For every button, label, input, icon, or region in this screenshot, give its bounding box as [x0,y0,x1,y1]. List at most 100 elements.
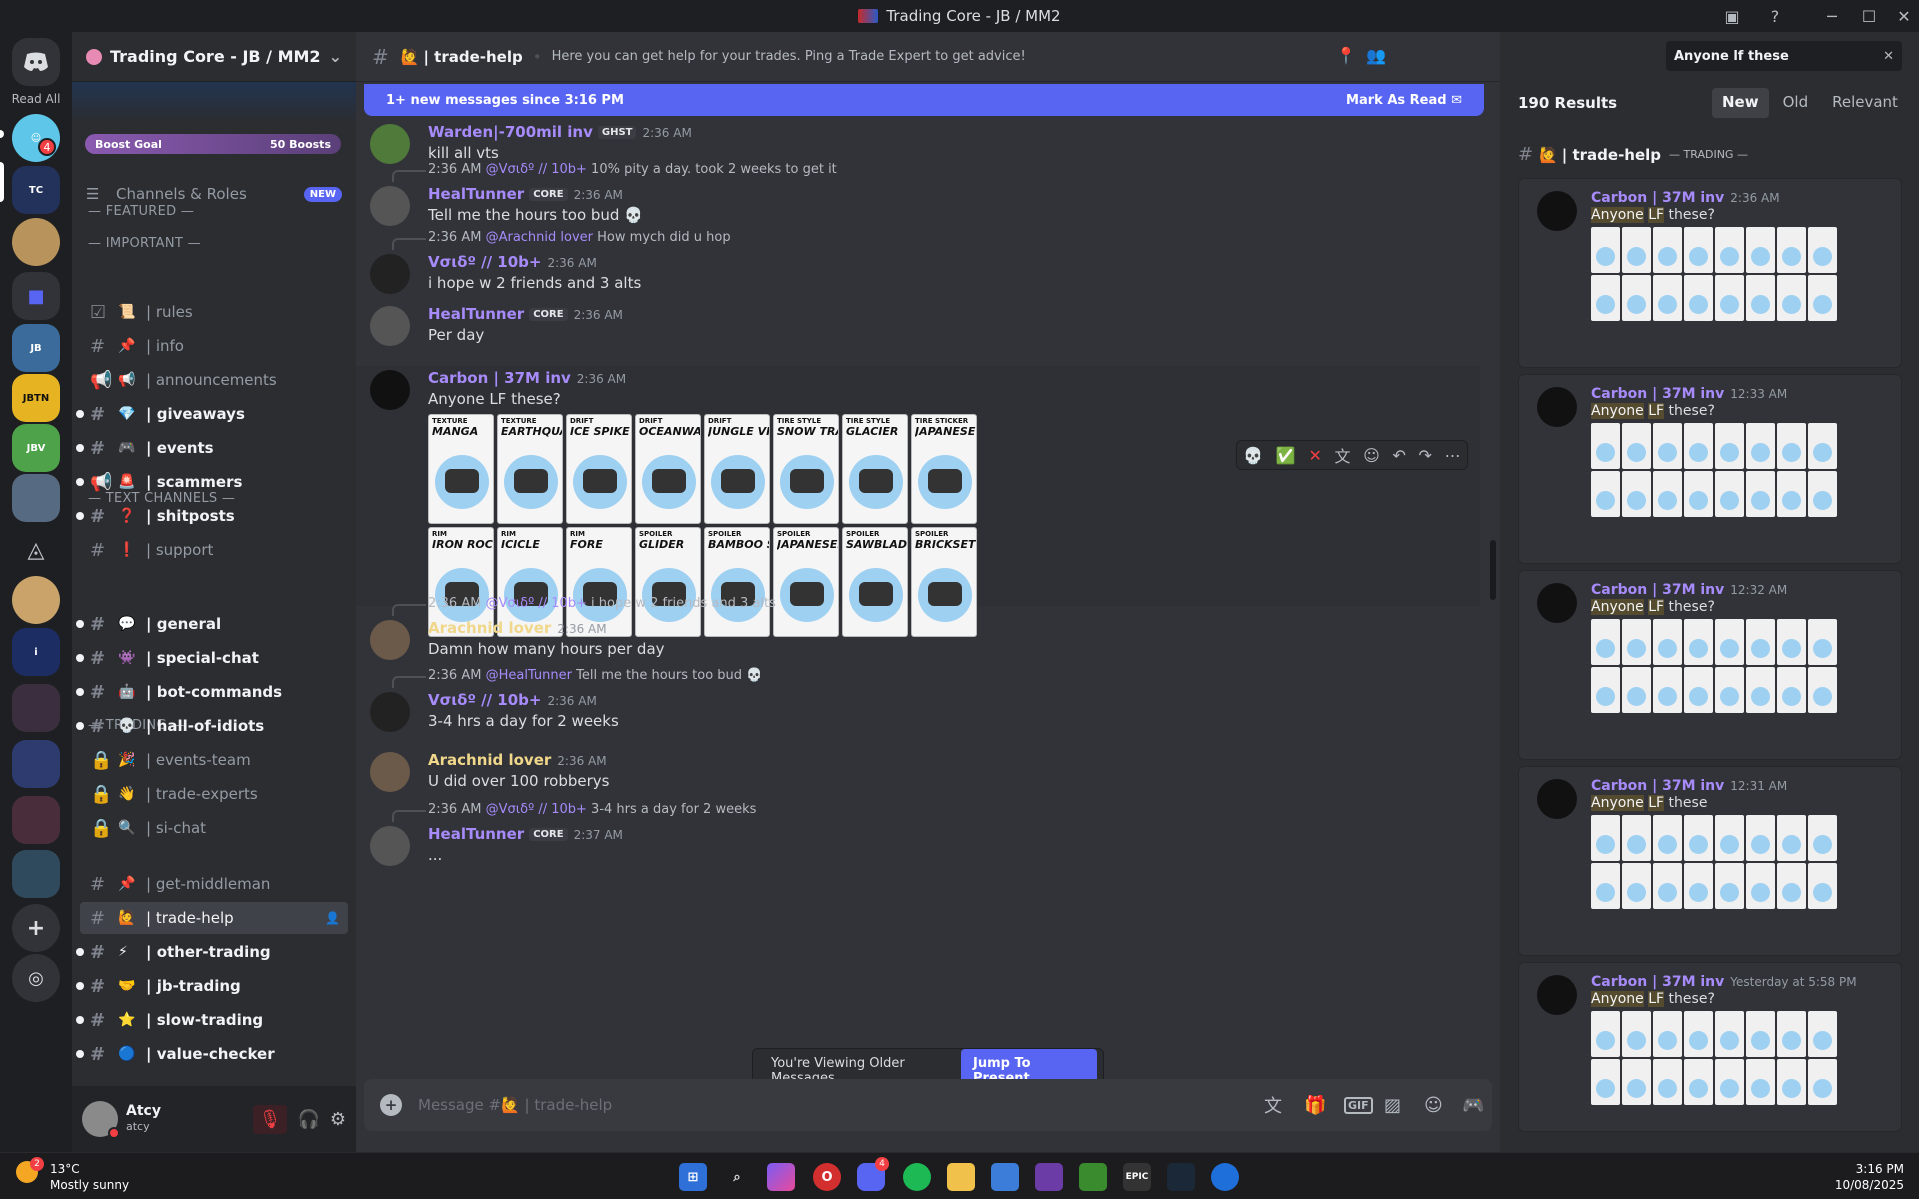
avatar[interactable] [1537,583,1577,623]
search-result[interactable]: Carbon | 37M inv 12:31 AM Anyone LF these [1518,766,1902,956]
reply-preview[interactable]: 2:36 AM @HealTunner Tell me the hours to… [391,668,762,688]
avatar[interactable] [370,370,410,410]
search-icon[interactable]: ⌕ [723,1163,751,1191]
sidebar-item-channel[interactable]: # 🔵 | value-checker [76,1038,348,1070]
sticker-icon[interactable]: ▨ [1384,1095,1401,1116]
avatar[interactable] [370,752,410,792]
result-card-grid[interactable] [1591,815,1837,909]
gear-icon[interactable]: ⚙ [330,1109,346,1130]
result-author[interactable]: Carbon | 37M inv [1591,778,1724,794]
sidebar-item-channel[interactable]: # 💬 | general [76,608,348,640]
check-reaction-icon[interactable]: ✅ [1276,446,1296,465]
sidebar-item-channel[interactable]: # ❗ | support [80,534,348,566]
result-card-grid[interactable] [1591,1011,1837,1105]
result-card-grid[interactable] [1591,423,1837,517]
avatar[interactable] [370,620,410,660]
help-icon[interactable]: ? [1761,4,1789,28]
item-card[interactable]: TextureEarthquake [497,414,563,524]
result-channel-header[interactable]: # 🙋 | trade-help — TRADING — [1518,144,1748,165]
headphones-icon[interactable]: 🎧 [297,1109,319,1130]
skull-reaction-icon[interactable]: 💀 [1243,446,1263,465]
reply-preview[interactable]: 2:36 AM @Arachnid lover How mych did u h… [392,230,731,250]
gif-icon[interactable]: GIF [1344,1096,1373,1114]
photos-icon[interactable] [991,1163,1019,1191]
message[interactable]: Carbon | 37M inv 2:36 AM Anyone LF these? T… [356,366,1480,637]
server-folder-icon[interactable] [12,740,60,788]
avatar[interactable] [1537,387,1577,427]
sidebar-item-channel[interactable]: # 🎮 | events [76,432,348,464]
server-jbtn-icon[interactable]: JBTN [12,374,60,422]
inbox-icon[interactable]: ▣ [1718,4,1746,28]
spotify-icon[interactable] [903,1163,931,1191]
tab-new[interactable]: New [1712,88,1769,118]
translate-icon[interactable]: 文 [1334,443,1350,467]
search-result[interactable]: Carbon | 37M inv 2:36 AM Anyone LF these? [1518,178,1902,368]
item-card[interactable]: DriftOceanwater [635,414,701,524]
username[interactable]: HealTunner [428,185,524,203]
server-icon[interactable]: i [12,628,60,676]
item-card[interactable]: Texture Manga [428,414,494,524]
gift-icon[interactable]: 🎁 [1304,1095,1326,1116]
item-card[interactable]: DriftJungle Vine [704,414,770,524]
attach-plus-icon[interactable]: + [380,1094,402,1116]
epic-games-icon[interactable]: EPIC [1123,1163,1151,1191]
tab-relevant[interactable]: Relevant [1822,88,1908,118]
sidebar-item-channel[interactable]: # 🤝 | jb-trading [76,970,348,1002]
read-all-button[interactable]: Read All [6,92,66,106]
dm-avatar[interactable]: ☺ [12,114,60,162]
server-trading-core-icon[interactable]: TC [12,166,60,214]
message[interactable]: 2:36 AM @Vσιδº // 10b+ 3-4 hrs a day for… [356,802,1480,866]
avatar[interactable] [370,692,410,732]
username[interactable]: Warden|-700mil inv [428,123,593,141]
copilot-icon[interactable] [767,1163,795,1191]
message[interactable]: 2:36 AM @Arachnid lover How mych did u h… [356,230,1480,294]
avatar[interactable] [370,186,410,226]
sidebar-item-channel[interactable]: ☑ 📜 | rules [80,296,348,328]
minimize-button[interactable]: ─ [1818,4,1846,28]
result-card-grid[interactable] [1591,619,1837,713]
server-icon[interactable] [12,576,60,624]
username[interactable]: Vσιδº // 10b+ [428,691,541,709]
pinned-icon[interactable]: 📍 [1336,46,1356,65]
avatar[interactable] [370,826,410,866]
apps-icon[interactable]: 🎮 [1462,1095,1484,1116]
result-card-grid[interactable] [1591,227,1837,321]
search-result[interactable]: Carbon | 37M inv Yesterday at 5:58 PM Anyo… [1518,962,1902,1132]
new-messages-bar[interactable]: 1+ new messages since 3:16 PM Mark As Re… [364,84,1484,116]
result-author[interactable]: Carbon | 37M inv [1591,974,1724,990]
message[interactable]: 2:36 AM @Vσιδº // 10b+ i hope w 2 friend… [356,596,1480,660]
sidebar-item-channel[interactable]: # 📌 | get-middleman [80,868,348,900]
server-header[interactable]: Trading Core - JB / MM2 ⌄ [72,32,356,82]
emoji-icon[interactable]: ☺ [1363,446,1380,465]
app-icon[interactable] [1211,1163,1239,1191]
sidebar-item-channel[interactable]: # 💀 | hall-of-idiots [76,710,348,742]
clock[interactable]: 3:16 PM 10/08/2025 [1820,1161,1904,1193]
discord-home-icon[interactable] [12,38,60,86]
sidebar-item-channel[interactable]: # 🙋 | trade-help 👤 [80,902,348,934]
sidebar-item-channel[interactable]: # ⚡ | other-trading [76,936,348,968]
category-important[interactable]: — IMPORTANT — [88,236,201,251]
reply-icon[interactable]: ↶ [1392,446,1405,465]
invite-icon[interactable]: 👤 [325,911,340,925]
avatar[interactable] [1537,975,1577,1015]
search-result[interactable]: Carbon | 37M inv 12:33 AM Anyone LF these? [1518,374,1902,564]
reply-preview[interactable]: 2:36 AM @Vσιδº // 10b+ 10% pity a day. t… [392,162,837,182]
discover-icon[interactable]: ◎ [12,954,60,1002]
reply-preview[interactable]: 2:36 AM @Vσιδº // 10b+ i hope w 2 friend… [392,596,776,616]
username[interactable]: HealTunner [428,825,524,843]
server-folder-icon[interactable] [12,684,60,732]
mark-as-read-button[interactable]: Mark As Read ✉ [1346,93,1462,108]
item-card[interactable]: Tire StyleSnow Trail [773,414,839,524]
avatar[interactable] [370,306,410,346]
weather-widget[interactable]: 13°C Mostly sunny [50,1161,129,1193]
category-featured[interactable]: — FEATURED — [88,204,194,219]
sidebar-item-channel[interactable]: # 🤖 | bot-commands [76,676,348,708]
scrollbar-thumb[interactable] [1490,540,1496,600]
server-jailbreak-icon[interactable]: JB [12,324,60,372]
muted-mic-icon[interactable]: 🎙 [252,1104,288,1134]
result-author[interactable]: Carbon | 37M inv [1591,190,1724,206]
add-server-icon[interactable]: + [12,904,60,952]
app-icon[interactable] [1035,1163,1063,1191]
boost-goal-bar[interactable]: Boost Goal 50 Boosts [85,134,341,154]
opera-icon[interactable]: O [813,1163,841,1191]
